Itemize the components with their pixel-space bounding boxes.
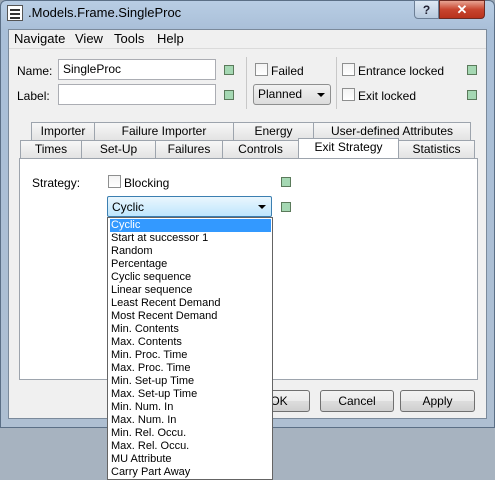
label-status-indicator [224, 90, 234, 100]
strategy-option[interactable]: Min. Proc. Time [110, 349, 271, 362]
name-status-indicator [224, 65, 234, 75]
exit-locked-status-indicator [467, 90, 477, 100]
strategy-option[interactable]: Min. Contents [110, 323, 271, 336]
tab-times[interactable]: Times [20, 140, 82, 158]
blocking-checkbox[interactable] [108, 175, 121, 188]
failed-checkbox[interactable] [255, 63, 268, 76]
apply-button[interactable]: Apply [400, 390, 475, 412]
strategy-option[interactable]: Min. Num. In [110, 401, 271, 414]
strategy-option[interactable]: Max. Proc. Time [110, 362, 271, 375]
cancel-button[interactable]: Cancel [320, 390, 394, 412]
strategy-option[interactable]: Carry Part Away [110, 466, 271, 479]
failed-label: Failed [271, 64, 304, 78]
exit-locked-checkbox[interactable] [342, 88, 355, 101]
help-button[interactable]: ? [414, 0, 439, 19]
strategy-selected-value: Cyclic [112, 200, 144, 214]
window-icon [7, 5, 23, 21]
strategy-option[interactable]: Max. Num. In [110, 414, 271, 427]
strategy-option[interactable]: Linear sequence [110, 284, 271, 297]
window-title: .Models.Frame.SingleProc [28, 5, 182, 20]
strategy-label: Strategy: [32, 176, 81, 190]
menu-tools[interactable]: Tools [114, 31, 144, 46]
tab-importer[interactable]: Importer [31, 122, 95, 140]
strategy-option[interactable]: Max. Set-up Time [110, 388, 271, 401]
blocking-label: Blocking [124, 176, 170, 190]
strategy-option[interactable]: Most Recent Demand [110, 310, 271, 323]
strategy-option[interactable]: Percentage [110, 258, 271, 271]
separator [246, 57, 247, 109]
menu-view[interactable]: View [75, 31, 103, 46]
name-label: Name: [17, 64, 53, 78]
name-field[interactable]: SingleProc [58, 59, 216, 80]
menu-help[interactable]: Help [157, 31, 184, 46]
blocking-status-indicator [281, 177, 291, 187]
strategy-option[interactable]: Random [110, 245, 271, 258]
chevron-down-icon [258, 205, 266, 209]
tab-controls[interactable]: Controls [222, 140, 299, 158]
strategy-option[interactable]: Max. Contents [110, 336, 271, 349]
strategy-option[interactable]: Max. Rel. Occu. [110, 440, 271, 453]
tab-exit-strategy[interactable]: Exit Strategy [298, 138, 399, 158]
strategy-option[interactable]: Min. Rel. Occu. [110, 427, 271, 440]
strategy-option[interactable]: Start at successor 1 [110, 232, 271, 245]
strategy-option[interactable]: MU Attribute [110, 453, 271, 466]
planned-dropdown[interactable]: Planned [253, 84, 331, 105]
planned-value: Planned [258, 87, 303, 101]
tab-statistics[interactable]: Statistics [398, 140, 475, 158]
strategy-option[interactable]: Least Recent Demand [110, 297, 271, 310]
chevron-down-icon [317, 93, 325, 97]
strategy-option[interactable]: Cyclic [110, 219, 271, 232]
label-label: Label: [17, 89, 50, 103]
tab-set-up[interactable]: Set-Up [81, 140, 156, 158]
menu-navigate[interactable]: Navigate [14, 31, 65, 46]
strategy-dropdown[interactable]: Cyclic [107, 196, 272, 217]
exit-locked-label: Exit locked [358, 89, 417, 103]
label-field[interactable] [58, 84, 216, 105]
strategy-option[interactable]: Cyclic sequence [110, 271, 271, 284]
strategy-status-indicator [281, 202, 291, 212]
strategy-option[interactable]: Min. Set-up Time [110, 375, 271, 388]
entrance-locked-label: Entrance locked [358, 64, 445, 78]
tab-failures[interactable]: Failures [155, 140, 223, 158]
tab-failure-importer[interactable]: Failure Importer [94, 122, 234, 140]
entrance-locked-checkbox[interactable] [342, 63, 355, 76]
strategy-options-list: Cyclic Start at successor 1 Random Percenta… [107, 217, 273, 480]
separator [336, 57, 337, 109]
entrance-locked-status-indicator [467, 65, 477, 75]
close-button[interactable]: ✕ [439, 0, 485, 19]
